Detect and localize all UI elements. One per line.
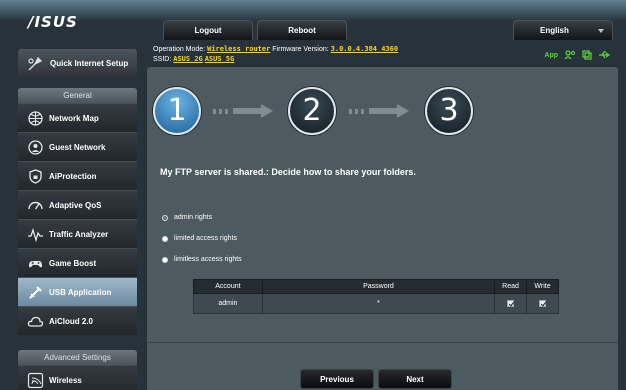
column-header-password: Password <box>261 279 496 294</box>
quick-internet-setup-button[interactable]: Quick Internet Setup <box>18 49 137 78</box>
ssid-label: SSID: <box>153 56 172 63</box>
previous-button[interactable]: Previous <box>300 369 374 389</box>
radio-button[interactable] <box>162 256 168 263</box>
aiprotection-icon <box>27 168 44 185</box>
copy-icon[interactable] <box>582 50 592 60</box>
status-icons: App <box>544 50 610 60</box>
sidebar-advanced: Advanced Settings Wireless <box>18 350 137 390</box>
firmware-link[interactable]: 3.0.0.4.384_4360 <box>331 45 398 53</box>
sidebar-item-label: AiProtection <box>49 171 97 181</box>
language-dropdown[interactable]: English <box>513 20 613 40</box>
sidebar-general: General Network Map Guest Network AiProt… <box>18 88 137 335</box>
guest-network-icon <box>27 139 44 156</box>
step-1-indicator: 1 <box>153 87 201 135</box>
column-header-read: Read <box>494 279 528 294</box>
adaptive-qos-icon <box>27 197 44 214</box>
quick-setup-icon <box>26 55 44 73</box>
status-info-bar: Operation Mode: Wireless router Firmware… <box>151 42 618 66</box>
ssid-5g-link[interactable]: ASUS_5G <box>205 55 235 63</box>
option-label: limitless access rights <box>174 256 242 263</box>
option-limited-access-rights[interactable]: limited access rights <box>162 228 242 249</box>
clients-icon[interactable] <box>564 50 576 60</box>
sidebar-item-label: Traffic Analyzer <box>49 229 109 239</box>
read-checkbox[interactable] <box>507 299 515 307</box>
column-header-account: Account <box>193 279 263 294</box>
column-header-write: Write <box>526 279 559 294</box>
chevron-down-icon <box>598 29 604 33</box>
sidebar-item-adaptive-qos[interactable]: Adaptive QoS <box>18 190 137 219</box>
sidebar-item-usb-application[interactable]: USB Application <box>18 277 137 306</box>
network-map-icon <box>27 110 44 127</box>
operation-mode-row: Operation Mode: Wireless router Firmware… <box>153 45 398 54</box>
sidebar-item-label: Guest Network <box>49 142 106 152</box>
wizard-instruction: My FTP server is shared.: Decide how to … <box>160 167 416 177</box>
app-link[interactable]: App <box>544 51 558 60</box>
sidebar-item-aicloud[interactable]: AiCloud 2.0 <box>18 306 137 335</box>
sidebar-item-aiprotection[interactable]: AiProtection <box>18 161 137 190</box>
sidebar-item-network-map[interactable]: Network Map <box>18 103 137 132</box>
step-arrow-icon <box>213 104 273 118</box>
radio-button[interactable] <box>162 235 168 242</box>
quick-setup-label: Quick Internet Setup <box>50 58 129 68</box>
option-limitless-access-rights[interactable]: limitless access rights <box>162 249 242 270</box>
usb-icon[interactable] <box>598 50 610 60</box>
write-cell <box>526 293 559 314</box>
sidebar-item-traffic-analyzer[interactable]: Traffic Analyzer <box>18 219 137 248</box>
table-header-row: Account Password Read Write <box>193 279 559 294</box>
read-cell <box>494 293 528 314</box>
sidebar-item-label: Network Map <box>49 113 99 123</box>
wizard-steps: 1 2 3 <box>147 67 618 167</box>
account-cell: admin <box>193 293 263 314</box>
operation-mode-link[interactable]: Wireless router <box>207 45 270 53</box>
account-table: Account Password Read Write admin * <box>193 279 559 314</box>
sidebar-item-label: Game Boost <box>49 258 97 268</box>
traffic-analyzer-icon <box>27 226 44 243</box>
write-checkbox[interactable] <box>539 299 546 307</box>
option-admin-rights[interactable]: admin rights <box>162 207 242 228</box>
operation-mode-label: Operation Mode: <box>153 46 206 53</box>
ssid-row: SSID: ASUS_2G ASUS_5G <box>153 55 234 64</box>
asus-logo: /ISUS <box>28 13 78 31</box>
wireless-icon <box>27 372 44 389</box>
access-rights-options: admin rights limited access rights limit… <box>162 207 242 270</box>
usb-wizard-panel: 1 2 3 My FTP server is shared.: Decide h… <box>147 67 618 390</box>
general-header: General <box>18 88 137 103</box>
option-label: admin rights <box>174 214 213 221</box>
sidebar-item-label: Adaptive QoS <box>49 200 102 210</box>
sidebar-item-label: USB Application <box>49 287 112 297</box>
advanced-settings-header: Advanced Settings <box>18 350 137 365</box>
step-arrow-icon <box>349 104 409 118</box>
usb-application-icon <box>27 284 44 301</box>
top-bar: /ISUS Logout Reboot English <box>0 0 626 42</box>
firmware-label: Firmware Version: <box>272 46 329 53</box>
language-label: English <box>540 26 569 35</box>
reboot-button[interactable]: Reboot <box>257 20 347 40</box>
aicloud-icon <box>27 313 44 330</box>
step-2-indicator: 2 <box>288 87 336 135</box>
radio-button-selected[interactable] <box>162 214 168 221</box>
sidebar-item-label: Wireless <box>49 375 82 385</box>
step-3-indicator: 3 <box>425 87 473 135</box>
sidebar-item-game-boost[interactable]: Game Boost <box>18 248 137 277</box>
sidebar-item-wireless[interactable]: Wireless <box>18 365 137 390</box>
next-button[interactable]: Next <box>378 369 452 389</box>
sidebar-item-label: AiCloud 2.0 <box>49 316 94 326</box>
password-cell: * <box>261 293 496 314</box>
logout-button[interactable]: Logout <box>163 20 253 40</box>
divider <box>147 342 618 343</box>
ssid-2g-link[interactable]: ASUS_2G <box>173 55 203 63</box>
game-boost-icon <box>27 255 44 272</box>
table-row: admin * <box>193 293 559 314</box>
option-label: limited access rights <box>174 235 238 242</box>
sidebar-item-guest-network[interactable]: Guest Network <box>18 132 137 161</box>
